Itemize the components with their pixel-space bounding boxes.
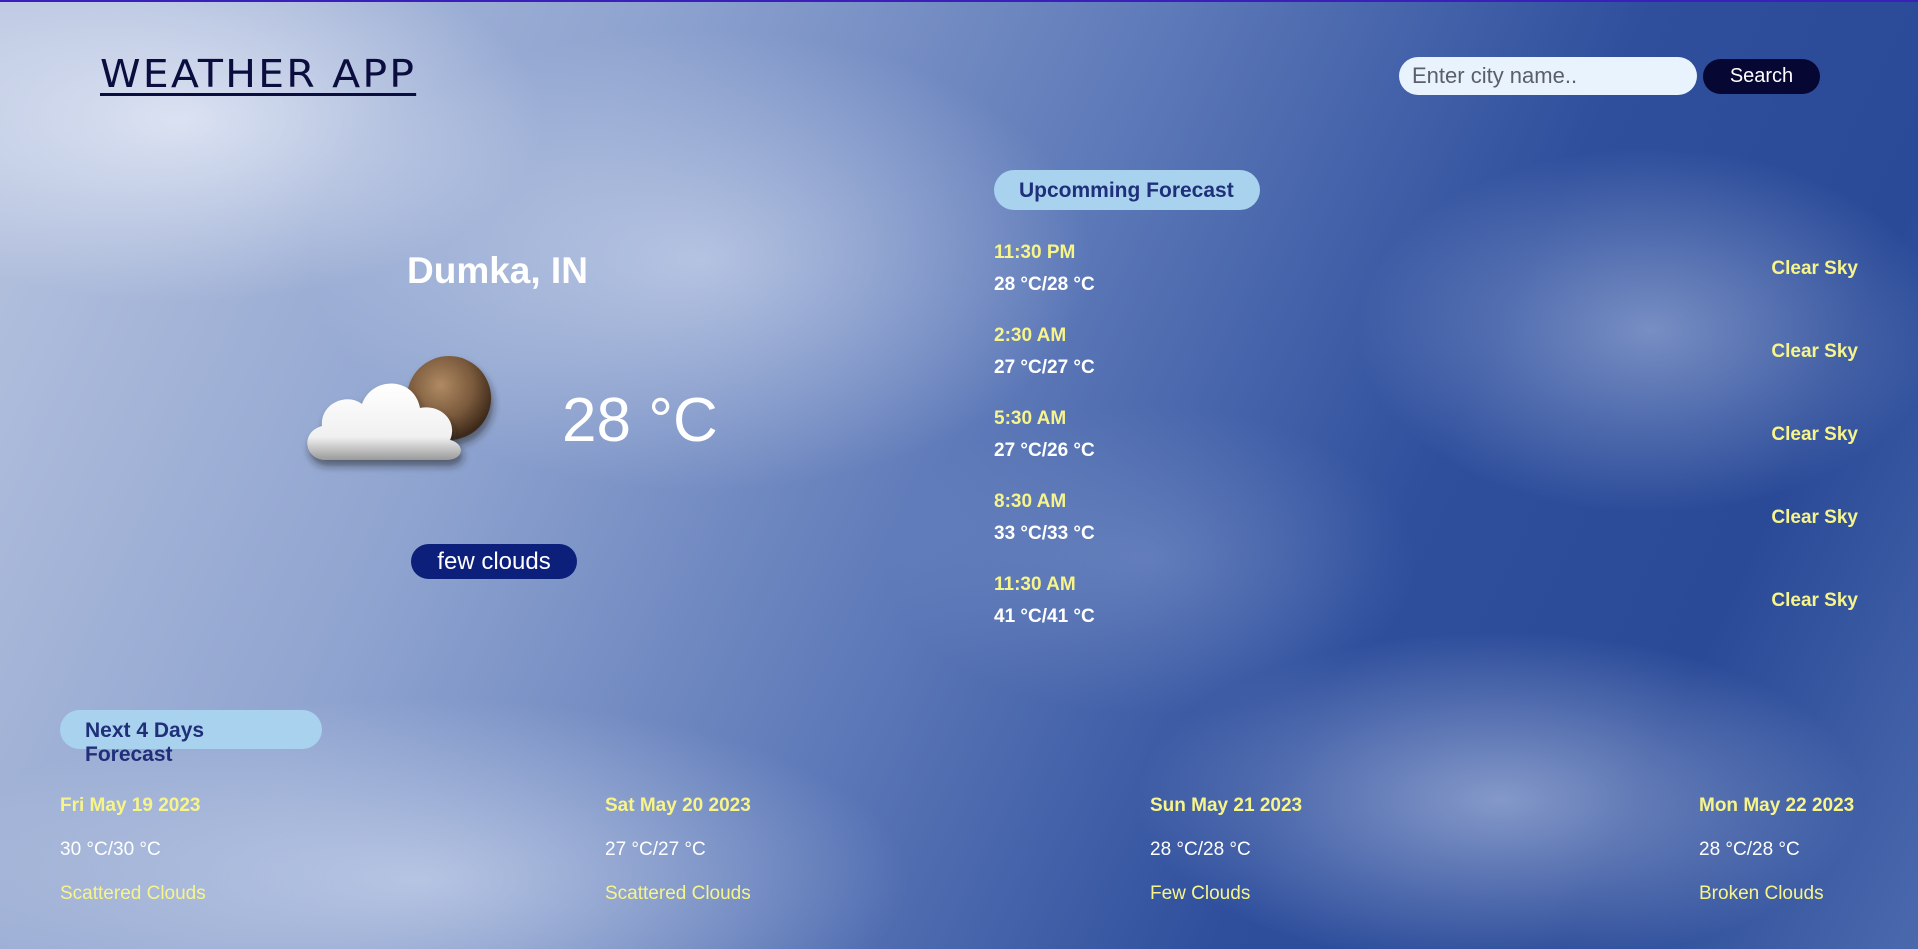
search-bar: Search — [1399, 57, 1820, 95]
city-name: Dumka, IN — [407, 250, 588, 291]
day-temp: 30 °C/30 °C — [60, 839, 161, 860]
day-condition: Few Clouds — [1150, 883, 1251, 904]
day-condition: Scattered Clouds — [60, 883, 206, 904]
forecast-time: 11:30 AM — [994, 574, 1076, 595]
forecast-condition: Clear Sky — [1771, 590, 1858, 611]
day-temp: 27 °C/27 °C — [605, 839, 706, 860]
day-date: Sat May 20 2023 — [605, 795, 751, 816]
day-condition: Scattered Clouds — [605, 883, 751, 904]
day-date: Fri May 19 2023 — [60, 795, 201, 816]
current-temperature: 28 °C — [562, 386, 718, 455]
forecast-row: 8:30 AM 33 °C/33 °C Clear Sky — [994, 491, 1858, 574]
day-forecast-card: Sun May 21 2023 28 °C/28 °C Few Clouds — [1150, 795, 1302, 905]
forecast-condition: Clear Sky — [1771, 341, 1858, 362]
day-date: Mon May 22 2023 — [1699, 795, 1855, 816]
forecast-row: 11:30 AM 41 °C/41 °C Clear Sky — [994, 574, 1858, 657]
upcoming-forecast-list: 11:30 PM 28 °C/28 °C Clear Sky 2:30 AM 2… — [994, 242, 1858, 657]
forecast-temp: 28 °C/28 °C — [994, 274, 1095, 295]
forecast-time: 2:30 AM — [994, 325, 1067, 346]
day-forecast-card: Fri May 19 2023 30 °C/30 °C Scattered Cl… — [60, 795, 206, 905]
forecast-time: 8:30 AM — [994, 491, 1067, 512]
forecast-row: 11:30 PM 28 °C/28 °C Clear Sky — [994, 242, 1858, 325]
forecast-condition: Clear Sky — [1771, 424, 1858, 445]
day-date: Sun May 21 2023 — [1150, 795, 1303, 816]
upcoming-forecast-heading: Upcomming Forecast — [994, 170, 1260, 210]
app-title: WEATHER APP — [100, 52, 417, 96]
day-condition: Broken Clouds — [1699, 883, 1824, 904]
weather-description-badge: few clouds — [411, 544, 577, 579]
day-forecast-card: Sat May 20 2023 27 °C/27 °C Scattered Cl… — [605, 795, 751, 905]
few-clouds-icon — [296, 348, 501, 478]
day-temp: 28 °C/28 °C — [1150, 839, 1251, 860]
forecast-temp: 41 °C/41 °C — [994, 606, 1095, 627]
next-days-forecast-heading: Next 4 Days Forecast — [60, 710, 322, 766]
forecast-row: 5:30 AM 27 °C/26 °C Clear Sky — [994, 408, 1858, 491]
forecast-temp: 27 °C/27 °C — [994, 357, 1095, 378]
forecast-temp: 27 °C/26 °C — [994, 440, 1095, 461]
forecast-condition: Clear Sky — [1771, 258, 1858, 279]
forecast-condition: Clear Sky — [1771, 507, 1858, 528]
forecast-row: 2:30 AM 27 °C/27 °C Clear Sky — [994, 325, 1858, 408]
forecast-time: 5:30 AM — [994, 408, 1067, 429]
forecast-time: 11:30 PM — [994, 242, 1076, 263]
day-temp: 28 °C/28 °C — [1699, 839, 1800, 860]
city-search-input[interactable] — [1399, 57, 1697, 95]
day-forecast-card: Mon May 22 2023 28 °C/28 °C Broken Cloud… — [1699, 795, 1854, 905]
search-button[interactable]: Search — [1703, 58, 1820, 94]
forecast-temp: 33 °C/33 °C — [994, 523, 1095, 544]
